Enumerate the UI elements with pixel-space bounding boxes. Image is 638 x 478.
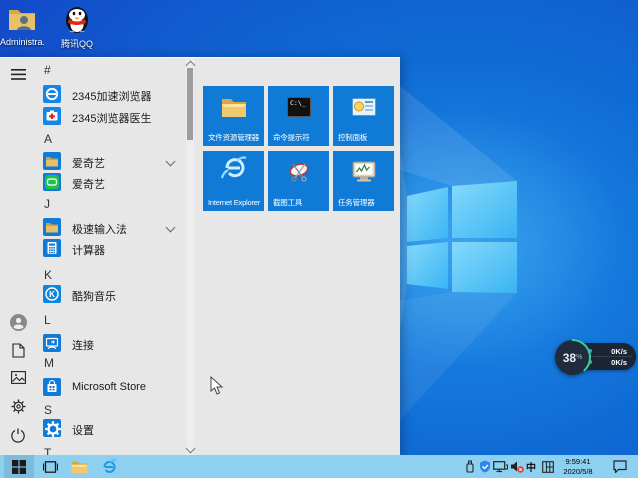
scroll-down-icon[interactable]	[186, 444, 196, 454]
section-letter[interactable]: S	[44, 403, 52, 417]
svg-text:C:\_: C:\_	[290, 99, 306, 107]
2345-doctor-icon	[43, 107, 61, 125]
chevron-down-icon[interactable]	[166, 157, 176, 167]
app-item-settings[interactable]: 设置	[0, 418, 186, 439]
command-prompt-icon: C:\_	[268, 92, 329, 122]
taskbar: 中 9:59:41 2020/5/8	[0, 455, 638, 478]
section-letter[interactable]: M	[44, 356, 54, 370]
desktop-icon-label: Administra...	[0, 37, 44, 47]
section-letter[interactable]: L	[44, 313, 51, 327]
memory-percent-unit: %	[576, 354, 582, 361]
memory-percent: 38	[563, 351, 576, 365]
tile-control-panel[interactable]: 控制面板	[333, 86, 394, 146]
tile-file-explorer[interactable]: 文件资源管理器	[203, 86, 264, 146]
gear-icon	[11, 399, 26, 414]
snipping-tool-icon	[268, 157, 329, 187]
section-letter[interactable]: #	[44, 63, 51, 77]
user-avatar-icon	[10, 314, 27, 331]
start-button[interactable]	[4, 455, 34, 478]
settings-app-icon	[43, 419, 61, 437]
windows-logo-icon	[12, 460, 26, 474]
hamburger-menu-button[interactable]	[8, 64, 28, 84]
download-row: 0K/s	[588, 356, 634, 368]
file-explorer-icon	[71, 460, 88, 474]
tile-internet-explorer[interactable]: Internet Explorer	[203, 151, 264, 211]
app-item-calculator[interactable]: 计算器	[0, 238, 186, 259]
clock-date: 2020/5/8	[556, 467, 600, 477]
upload-speed: 0K/s	[611, 347, 627, 356]
app-item-microsoft-store[interactable]: Microsoft Store	[0, 377, 186, 398]
settings-rail-button[interactable]	[8, 396, 28, 416]
app-item-connect[interactable]: 连接	[0, 333, 186, 354]
file-explorer-icon	[203, 92, 264, 122]
section-letter[interactable]: J	[44, 197, 50, 211]
security-shield-tray-icon[interactable]	[477, 455, 492, 478]
network-tray-icon[interactable]	[492, 455, 509, 478]
app-item-kugou[interactable]: K 酷狗音乐	[0, 284, 186, 305]
user-account-button[interactable]	[8, 312, 28, 332]
hamburger-icon	[11, 69, 26, 80]
task-view-button[interactable]	[35, 455, 65, 478]
download-speed: 0K/s	[611, 358, 627, 367]
tile-task-manager[interactable]: 任务管理器	[333, 151, 394, 211]
app-item-2345-doctor[interactable]: 2345浏览器医生	[0, 106, 186, 127]
chevron-down-icon[interactable]	[166, 223, 176, 233]
qq-penguin-icon	[62, 4, 92, 34]
app-folder-iqiyi[interactable]: 爱奇艺	[0, 151, 186, 172]
task-manager-icon	[333, 157, 394, 187]
app-item-iqiyi[interactable]: 爱奇艺	[0, 172, 186, 193]
task-view-icon	[43, 461, 58, 473]
section-letter[interactable]: K	[44, 268, 52, 282]
microsoft-store-icon	[43, 378, 61, 396]
calculator-icon	[43, 239, 61, 257]
control-panel-icon	[333, 92, 394, 122]
ime-mode-indicator[interactable]: 中	[524, 455, 538, 478]
desktop-icon-label: 腾讯QQ	[55, 37, 99, 50]
action-center-button[interactable]	[610, 455, 630, 478]
internet-explorer-taskbar-button[interactable]	[93, 455, 123, 478]
app-folder-icon	[43, 152, 61, 170]
desktop-icon-administrator[interactable]: Administra...	[0, 4, 44, 47]
clock-time: 9:59:41	[556, 457, 600, 467]
ime-keyboard-tray-icon[interactable]	[540, 455, 555, 478]
scrollbar-thumb[interactable]	[187, 68, 193, 140]
iqiyi-icon	[43, 173, 61, 191]
svg-text:K: K	[49, 290, 55, 299]
internet-explorer-icon	[203, 153, 264, 183]
speedball-memory-circle[interactable]: 38%	[555, 340, 590, 375]
user-folder-icon	[7, 4, 37, 34]
usb-tray-icon[interactable]	[463, 455, 476, 478]
kugou-icon: K	[43, 285, 61, 303]
tile-command-prompt[interactable]: C:\_ 命令提示符	[268, 86, 329, 146]
internet-explorer-icon	[100, 459, 117, 475]
taskbar-clock[interactable]: 9:59:41 2020/5/8	[556, 457, 600, 476]
app-list-scrollbar[interactable]	[186, 58, 194, 456]
app-folder-icon	[43, 218, 61, 236]
app-item-2345-browser[interactable]: 2345加速浏览器	[0, 84, 186, 105]
section-letter[interactable]: A	[44, 132, 52, 146]
start-menu: # A J K L M S T 2345加速浏览器 2345浏览器医生 爱奇艺 …	[0, 57, 400, 455]
app-folder-jisu-ime[interactable]: 极速输入法	[0, 217, 186, 238]
volume-muted-tray-icon[interactable]	[509, 455, 524, 478]
2345-browser-icon	[43, 85, 61, 103]
tile-snipping-tool[interactable]: 截图工具	[268, 151, 329, 211]
file-explorer-taskbar-button[interactable]	[64, 455, 94, 478]
connect-icon	[43, 334, 61, 352]
desktop-icon-qq[interactable]: 腾讯QQ	[55, 4, 99, 50]
